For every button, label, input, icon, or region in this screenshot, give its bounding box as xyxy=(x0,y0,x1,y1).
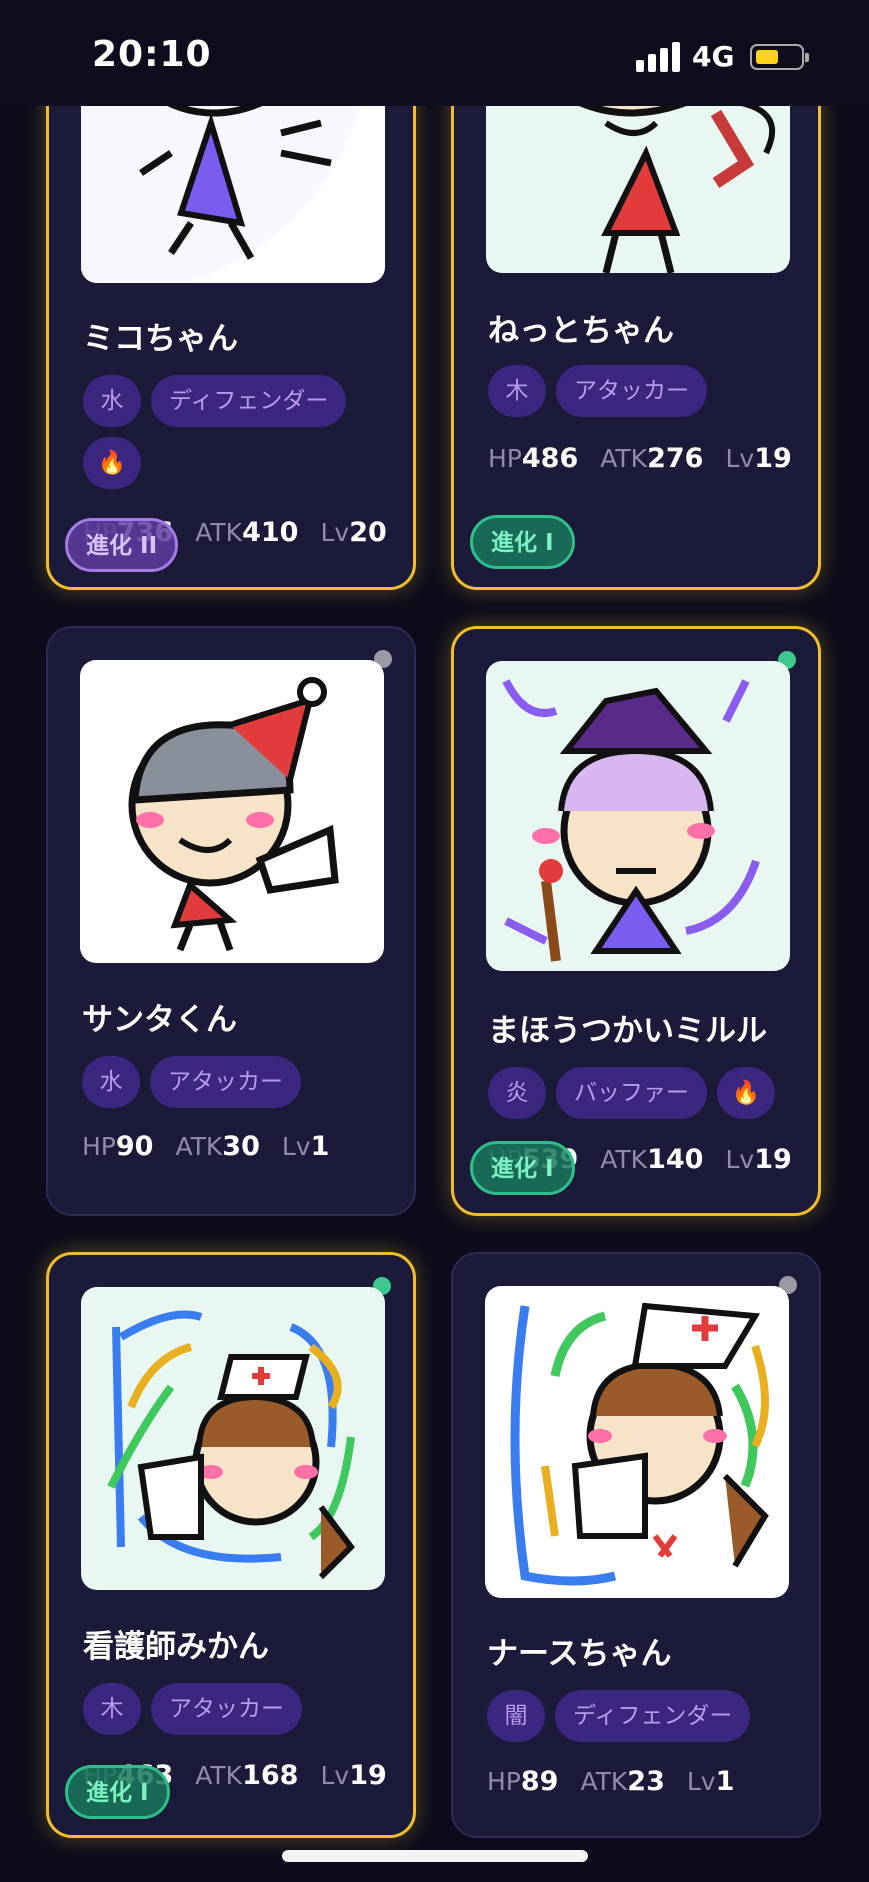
evolution-badge: 進化 I xyxy=(65,1765,170,1819)
character-drawing xyxy=(486,661,790,971)
character-card-santa[interactable]: サンタくん 水 アタッカー HP90 ATK30 Lv1 xyxy=(46,626,416,1216)
fire-icon: 🔥 xyxy=(717,1067,775,1119)
character-name: ねっとちゃん xyxy=(488,313,674,349)
fire-icon: 🔥 xyxy=(83,437,141,489)
stats-row: HP486 ATK276 Lv19 xyxy=(488,443,792,474)
lv-value: 19 xyxy=(754,443,792,474)
role-tag: アタッカー xyxy=(556,365,707,417)
tag-list: 闇 ディフェンダー xyxy=(487,1690,807,1742)
atk-value: 140 xyxy=(647,1144,704,1175)
element-tag: 炎 xyxy=(488,1067,546,1119)
hp-value: 486 xyxy=(521,443,579,474)
character-card-mirulu[interactable]: まほうつかいミルル 炎 バッファー 🔥 HP539ATK140Lv19 進化 I xyxy=(451,626,821,1216)
role-tag: アタッカー xyxy=(151,1683,302,1735)
stats-row: HP89 ATK23 Lv1 xyxy=(487,1766,735,1797)
atk-value: 410 xyxy=(242,517,299,548)
network-label: 4G xyxy=(692,40,735,73)
evolution-badge: 進化 I xyxy=(470,1141,575,1195)
lv-value: 19 xyxy=(349,1760,387,1791)
tag-list: 木 アタッカー xyxy=(83,1683,403,1735)
character-drawing xyxy=(485,1286,789,1598)
lv-value: 1 xyxy=(715,1766,735,1797)
hp-value: 90 xyxy=(115,1131,154,1162)
lv-value: 20 xyxy=(349,517,387,548)
character-name: まほうつかいミルル xyxy=(488,1013,767,1049)
atk-value: 30 xyxy=(222,1131,260,1162)
character-drawing xyxy=(80,660,384,963)
tag-list: 炎 バッファー 🔥 xyxy=(488,1067,808,1119)
character-card-miko[interactable]: ミコちゃん 水 ディフェンダー 🔥 HP736ATK410Lv20 進化 II xyxy=(46,70,416,590)
tag-list: 水 ディフェンダー 🔥 xyxy=(83,375,403,489)
character-drawing xyxy=(81,1287,385,1590)
element-tag: 水 xyxy=(82,1056,140,1108)
role-tag: ディフェンダー xyxy=(151,375,347,427)
battery-icon xyxy=(750,44,809,70)
element-tag: 木 xyxy=(83,1683,141,1735)
character-name: 看護師みかん xyxy=(83,1629,269,1665)
status-bar: 20:10 4G xyxy=(0,0,869,106)
character-card-nurse[interactable]: ナースちゃん 闇 ディフェンダー HP89 ATK23 Lv1 xyxy=(451,1252,821,1838)
character-card-netto[interactable]: ねっとちゃん 木 アタッカー HP486 ATK276 Lv19 進化 I xyxy=(451,70,821,590)
role-tag: バッファー xyxy=(556,1067,707,1119)
lv-value: 1 xyxy=(310,1131,330,1162)
hp-value: 89 xyxy=(520,1766,559,1797)
atk-value: 276 xyxy=(647,443,704,474)
atk-value: 168 xyxy=(242,1760,299,1791)
character-name: ミコちゃん xyxy=(83,321,238,357)
tag-list: 水 アタッカー xyxy=(82,1056,402,1108)
element-tag: 水 xyxy=(83,375,141,427)
stats-row: HP90 ATK30 Lv1 xyxy=(82,1131,330,1162)
signal-icon xyxy=(636,42,680,72)
role-tag: ディフェンダー xyxy=(555,1690,751,1742)
role-tag: アタッカー xyxy=(150,1056,301,1108)
character-name: ナースちゃん xyxy=(487,1636,672,1672)
atk-value: 23 xyxy=(627,1766,665,1797)
status-time: 20:10 xyxy=(92,34,212,75)
character-name: サンタくん xyxy=(82,1002,237,1038)
evolution-badge: 進化 II xyxy=(65,518,179,572)
lv-value: 19 xyxy=(754,1144,792,1175)
element-tag: 闇 xyxy=(487,1690,545,1742)
evolution-badge: 進化 I xyxy=(470,515,575,569)
element-tag: 木 xyxy=(488,365,546,417)
character-card-mikan[interactable]: 看護師みかん 木 アタッカー HP463ATK168Lv19 進化 I xyxy=(46,1252,416,1838)
tag-list: 木 アタッカー xyxy=(488,365,808,417)
home-indicator[interactable] xyxy=(282,1850,588,1862)
